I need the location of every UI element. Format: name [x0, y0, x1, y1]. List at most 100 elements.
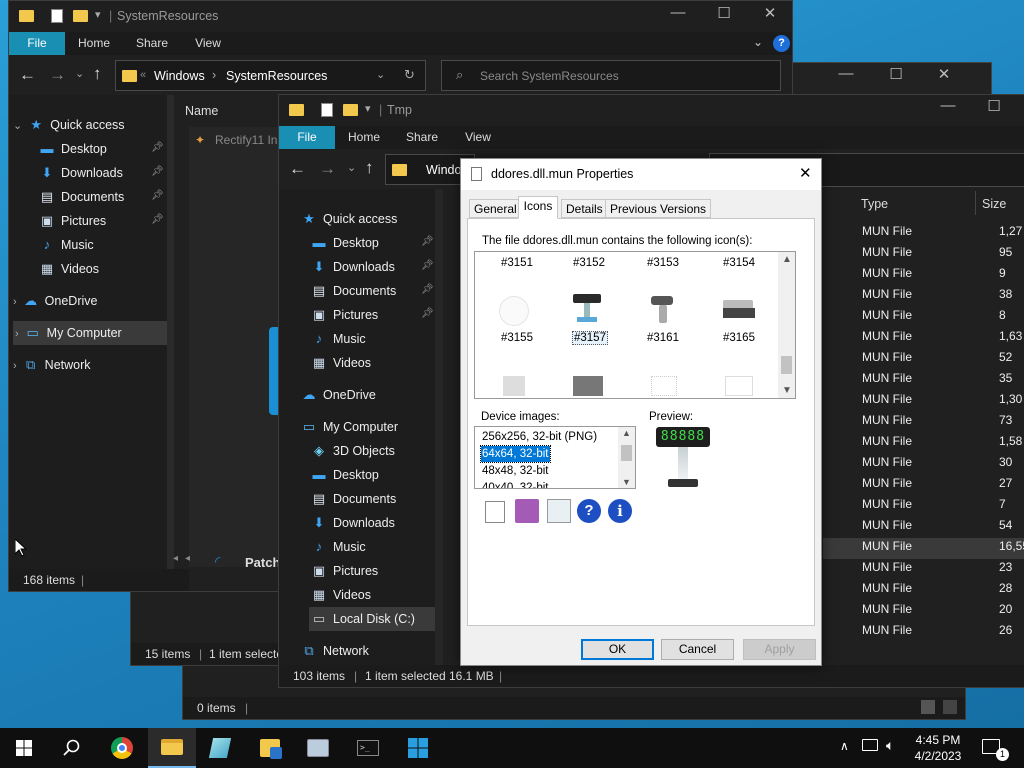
- save-icon[interactable]: [515, 499, 539, 523]
- sidebar-item[interactable]: › ⧉ Network: [13, 353, 91, 377]
- device-icon[interactable]: [725, 376, 753, 396]
- clock-time[interactable]: 4:45 PM: [910, 733, 966, 747]
- sidebar-item[interactable]: ⬇ Downloads: [311, 511, 395, 535]
- expand-chevron-icon[interactable]: ›: [15, 328, 19, 340]
- cancel-button[interactable]: Cancel: [661, 639, 734, 660]
- tab-share[interactable]: Share: [397, 126, 447, 149]
- app-button-3[interactable]: [294, 728, 342, 768]
- up-arrow-icon[interactable]: ↑: [93, 64, 102, 84]
- address-dropdown-icon[interactable]: ⌄: [376, 68, 385, 81]
- row-type[interactable]: MUN File: [862, 560, 912, 574]
- sidebar-item[interactable]: ▣ Pictures: [311, 303, 378, 327]
- sidebar-item[interactable]: ▦ Videos: [39, 257, 99, 281]
- icon-label[interactable]: #3165: [723, 332, 755, 344]
- maximize-icon[interactable]: ☐: [701, 4, 747, 22]
- sidebar-item[interactable]: ♪ Music: [311, 535, 366, 559]
- pos-display-icon[interactable]: [573, 294, 601, 326]
- row-type[interactable]: MUN File: [862, 350, 912, 364]
- sidebar-item[interactable]: ▣ Pictures: [311, 559, 378, 583]
- icon-list-scrollbar[interactable]: ▲ ▼: [778, 252, 795, 398]
- row-type[interactable]: MUN File: [862, 581, 912, 595]
- sidebar-item[interactable]: ▭ Local Disk (C:): [309, 607, 435, 631]
- pin-icon[interactable]: 📌︎: [421, 308, 434, 319]
- expand-chevron-icon[interactable]: ›: [13, 360, 17, 372]
- pin-icon[interactable]: 📌︎: [151, 142, 164, 153]
- info-icon[interactable]: i: [608, 499, 632, 523]
- app-button-4[interactable]: >_: [344, 728, 392, 768]
- disc-icon[interactable]: [499, 296, 529, 326]
- apply-button[interactable]: Apply: [743, 639, 816, 660]
- volume-icon[interactable]: 🔈︎: [886, 737, 894, 754]
- start-button[interactable]: [0, 728, 48, 768]
- nav-scrollbar[interactable]: [435, 189, 443, 665]
- row-type[interactable]: MUN File: [862, 623, 912, 637]
- sidebar-item[interactable]: ♪ Music: [311, 327, 366, 351]
- network-status-icon[interactable]: [862, 739, 878, 751]
- app-button-1[interactable]: [196, 728, 244, 768]
- app-button-5[interactable]: [394, 728, 442, 768]
- row-type[interactable]: MUN File: [862, 266, 912, 280]
- sidebar-item[interactable]: ▣ Pictures: [39, 209, 106, 233]
- ok-button[interactable]: OK: [581, 639, 654, 660]
- search-box[interactable]: ⌕ Search SystemResources: [441, 60, 781, 91]
- back-arrow-icon[interactable]: ←: [289, 159, 306, 179]
- export-icon[interactable]: [547, 499, 571, 523]
- pin-icon[interactable]: 📌︎: [421, 284, 434, 295]
- sidebar-item[interactable]: ◈ 3D Objects: [311, 439, 395, 463]
- sidebar-item[interactable]: ▬ Desktop: [311, 231, 379, 255]
- row-type[interactable]: MUN File: [862, 245, 912, 259]
- sidebar-item[interactable]: › ▭ My Computer: [13, 321, 167, 345]
- tab-share[interactable]: Share: [127, 32, 177, 55]
- sidebar-item[interactable]: ★ Quick access: [301, 207, 397, 231]
- row-type[interactable]: MUN File: [862, 392, 912, 406]
- sidebar-item[interactable]: ▦ Videos: [311, 583, 371, 607]
- search-button[interactable]: [48, 728, 96, 768]
- row-type[interactable]: MUN File: [862, 497, 912, 511]
- nav-scrollbar[interactable]: [167, 95, 174, 569]
- properties-icon[interactable]: [51, 9, 63, 23]
- close-icon[interactable]: ✕: [921, 65, 967, 83]
- scroll-left-icon-2[interactable]: ◂: [185, 553, 190, 564]
- sidebar-item[interactable]: ▬ Desktop: [311, 463, 379, 487]
- icon-label[interactable]: #3161: [647, 332, 679, 344]
- title-bar[interactable]: ▾ | Tmp — ☐: [279, 95, 1024, 126]
- list-scrollbar[interactable]: ▲ ▼: [618, 427, 635, 488]
- pin-icon[interactable]: 📌︎: [151, 166, 164, 177]
- list-item-selected[interactable]: 64x64, 32-bit: [480, 445, 551, 463]
- copy-icon[interactable]: [485, 501, 505, 523]
- tab-file[interactable]: File: [279, 126, 335, 149]
- column-size[interactable]: Size: [982, 197, 1006, 211]
- minimize-icon[interactable]: —: [925, 97, 971, 114]
- breadcrumb-root[interactable]: Windo: [426, 163, 461, 177]
- properties-dialog[interactable]: ddores.dll.mun Properties ✕ General Icon…: [460, 158, 822, 666]
- sidebar-item[interactable]: ⌄ ★ Quick access: [13, 113, 125, 137]
- expand-chevron-icon[interactable]: ⌄: [13, 120, 22, 132]
- barcode-scanner-icon[interactable]: [651, 296, 675, 326]
- sidebar-item[interactable]: ▤ Documents: [39, 185, 124, 209]
- sidebar-item[interactable]: › ☁ OneDrive: [13, 289, 97, 313]
- recent-locations-icon[interactable]: ⌄: [347, 161, 356, 174]
- show-hidden-icons-icon[interactable]: ∧: [840, 739, 849, 753]
- tiles-view-icon[interactable]: [943, 700, 957, 714]
- maximize-icon[interactable]: ☐: [873, 65, 919, 83]
- help-icon[interactable]: ?: [773, 35, 790, 52]
- close-icon[interactable]: ✕: [799, 164, 812, 182]
- dialog-title-bar[interactable]: ddores.dll.mun Properties ✕: [461, 159, 821, 190]
- pin-icon[interactable]: 📌︎: [421, 236, 434, 247]
- list-item[interactable]: 48x48, 32-bit: [481, 463, 550, 479]
- expand-chevron-icon[interactable]: ›: [13, 296, 17, 308]
- new-folder-icon[interactable]: [343, 104, 358, 116]
- breadcrumb-root[interactable]: Windows: [154, 69, 205, 83]
- row-type[interactable]: MUN File: [862, 518, 912, 532]
- help-icon[interactable]: ?: [577, 499, 601, 523]
- tab-home[interactable]: Home: [339, 126, 389, 149]
- qat-dropdown-icon[interactable]: ▾: [95, 8, 101, 21]
- device-icon[interactable]: [651, 376, 677, 396]
- address-bar[interactable]: « Windows › SystemResources ⌄ ↻: [115, 60, 426, 91]
- tab-details[interactable]: Details: [561, 199, 608, 218]
- qat-dropdown-icon[interactable]: ▾: [365, 102, 371, 115]
- sidebar-item[interactable]: ♪ Music: [39, 233, 94, 257]
- refresh-icon[interactable]: ↻: [404, 67, 415, 83]
- minimize-icon[interactable]: —: [823, 65, 869, 82]
- minimize-icon[interactable]: —: [655, 4, 701, 21]
